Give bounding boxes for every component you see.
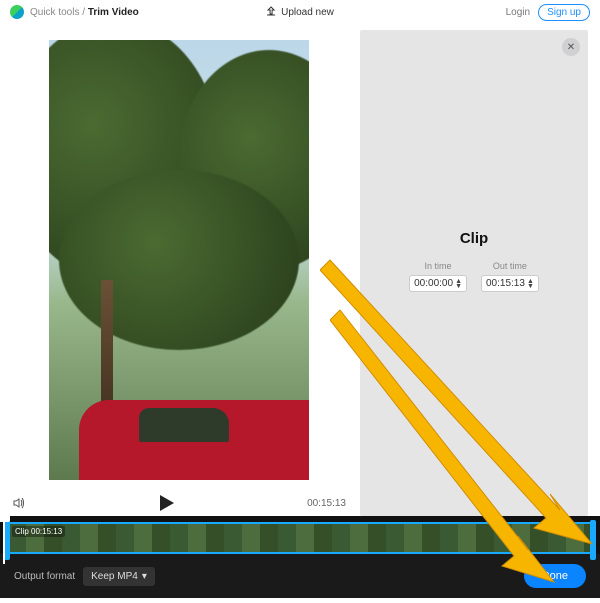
main-area: 00:15:13 ✕ Clip In time 00:00:00 ▲▼ Out …: [0, 24, 600, 516]
timeline-section: Clip 00:15:13: [0, 516, 600, 554]
in-time-value: 00:00:00: [414, 278, 453, 289]
out-time-stepper[interactable]: ▲▼: [527, 279, 534, 289]
breadcrumb-current: Trim Video: [88, 7, 139, 18]
output-format-value: Keep MP4: [91, 571, 138, 582]
close-panel-button[interactable]: ✕: [562, 38, 580, 56]
play-button[interactable]: [160, 495, 174, 511]
in-time-label: In time: [425, 261, 452, 271]
video-frame: [49, 40, 309, 480]
video-preview[interactable]: [6, 30, 352, 490]
playhead-handle[interactable]: [3, 516, 5, 564]
output-format-label: Output format: [14, 571, 75, 582]
clip-panel-title: Clip: [370, 230, 578, 247]
close-icon: ✕: [567, 42, 575, 53]
chevron-down-icon: ▾: [142, 571, 147, 582]
current-time: 00:15:13: [307, 498, 346, 509]
breadcrumb: Quick tools / Trim Video: [30, 7, 139, 18]
out-time-label: Out time: [493, 261, 527, 271]
clip-panel: ✕ Clip In time 00:00:00 ▲▼ Out time 00:1…: [360, 30, 588, 516]
player-controls: 00:15:13: [6, 490, 352, 516]
app-logo-icon: [10, 5, 24, 19]
bottom-bar: Output format Keep MP4 ▾ Done: [0, 554, 600, 598]
out-time-value: 00:15:13: [486, 278, 525, 289]
output-format-select[interactable]: Keep MP4 ▾: [83, 567, 155, 586]
upload-icon: [266, 6, 276, 19]
upload-new-button[interactable]: Upload new: [266, 6, 334, 19]
player-panel: 00:15:13: [6, 30, 352, 516]
out-time-field: Out time 00:15:13 ▲▼: [481, 261, 539, 292]
upload-new-label: Upload new: [281, 7, 334, 18]
breadcrumb-root[interactable]: Quick tools: [30, 7, 79, 18]
login-link[interactable]: Login: [506, 7, 530, 18]
done-button[interactable]: Done: [524, 564, 586, 588]
signup-button[interactable]: Sign up: [538, 4, 590, 21]
in-time-field: In time 00:00:00 ▲▼: [409, 261, 467, 292]
in-time-input[interactable]: 00:00:00 ▲▼: [409, 275, 467, 292]
time-fields: In time 00:00:00 ▲▼ Out time 00:15:13 ▲▼: [370, 261, 578, 292]
out-time-input[interactable]: 00:15:13 ▲▼: [481, 275, 539, 292]
in-time-stepper[interactable]: ▲▼: [455, 279, 462, 289]
auth-box: Login Sign up: [506, 4, 590, 21]
mute-icon[interactable]: [12, 496, 26, 510]
breadcrumb-sep: /: [82, 7, 85, 18]
timeline-clip[interactable]: Clip 00:15:13: [6, 522, 594, 554]
top-bar: Quick tools / Trim Video Upload new Logi…: [0, 0, 600, 24]
clip-duration-label: Clip 00:15:13: [12, 526, 65, 537]
